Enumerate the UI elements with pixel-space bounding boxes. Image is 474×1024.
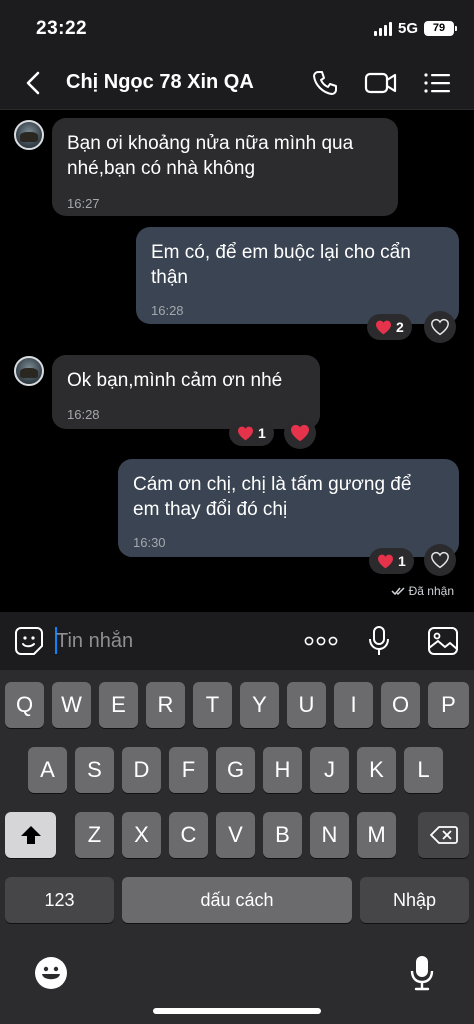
message-bubble-incoming[interactable]: Bạn ơi khoảng nửa nữa mình qua nhé,bạn c… bbox=[52, 118, 398, 216]
video-call-icon[interactable] bbox=[364, 71, 398, 95]
keyboard: Q W E R T Y U I O P A S D F G H J K L Z … bbox=[0, 670, 474, 1024]
delivery-status: Đã nhận bbox=[391, 584, 454, 598]
signal-icon bbox=[373, 21, 392, 36]
reaction-badge[interactable]: 2 bbox=[367, 314, 412, 340]
menu-icon[interactable] bbox=[423, 71, 451, 95]
shift-key[interactable] bbox=[5, 812, 56, 858]
key-q[interactable]: Q bbox=[5, 682, 44, 728]
message-bubble-outgoing[interactable]: Em có, để em buộc lại cho cẩn thận 16:28 bbox=[136, 227, 459, 324]
key-g[interactable]: G bbox=[216, 747, 255, 793]
backspace-key[interactable] bbox=[418, 812, 469, 858]
message-text-line: Em có, để em buộc lại cho cẩn bbox=[151, 242, 411, 263]
message-text-line: Cám ơn chị, chị là tấm gương để bbox=[133, 474, 412, 495]
battery-icon: 79 bbox=[424, 21, 457, 36]
message-text-line: nhé,bạn có nhà không bbox=[67, 158, 256, 179]
heart-icon bbox=[291, 424, 309, 442]
dictation-icon[interactable] bbox=[410, 955, 434, 991]
message-text-line: em thay đổi đó chị bbox=[133, 499, 288, 520]
status-indicators: 5G 79 bbox=[373, 20, 457, 37]
message-list[interactable]: Bạn ơi khoảng nửa nữa mình qua nhé,bạn c… bbox=[0, 110, 474, 612]
reaction-badge[interactable]: 1 bbox=[369, 548, 414, 574]
composer-bar bbox=[0, 612, 474, 670]
message-text-line: thận bbox=[151, 267, 188, 288]
home-indicator[interactable] bbox=[153, 1008, 321, 1014]
numbers-key[interactable]: 123 bbox=[5, 877, 114, 923]
key-n[interactable]: N bbox=[310, 812, 349, 858]
key-u[interactable]: U bbox=[287, 682, 326, 728]
key-v[interactable]: V bbox=[216, 812, 255, 858]
message-bubble-incoming[interactable]: Ok bạn,mình cảm ơn nhé 16:28 bbox=[52, 355, 320, 429]
key-e[interactable]: E bbox=[99, 682, 138, 728]
message-text-line: Ok bạn,mình cảm ơn nhé bbox=[67, 370, 283, 391]
message-time: 16:28 bbox=[67, 407, 100, 422]
key-a[interactable]: A bbox=[28, 747, 67, 793]
key-x[interactable]: X bbox=[122, 812, 161, 858]
chat-header: Chị Ngọc 78 Xin QA bbox=[0, 56, 474, 110]
reaction-count: 1 bbox=[398, 553, 406, 569]
key-i[interactable]: I bbox=[334, 682, 373, 728]
like-button[interactable] bbox=[424, 544, 456, 576]
message-time: 16:27 bbox=[67, 196, 100, 211]
key-o[interactable]: O bbox=[381, 682, 420, 728]
reaction-badge[interactable]: 1 bbox=[229, 420, 274, 446]
key-f[interactable]: F bbox=[169, 747, 208, 793]
heart-outline-icon bbox=[431, 318, 449, 336]
phone-icon[interactable] bbox=[312, 70, 338, 96]
key-s[interactable]: S bbox=[75, 747, 114, 793]
message-bubble-outgoing[interactable]: Cám ơn chị, chị là tấm gương để em thay … bbox=[118, 459, 459, 557]
avatar[interactable] bbox=[14, 356, 44, 386]
avatar[interactable] bbox=[14, 120, 44, 150]
key-r[interactable]: R bbox=[146, 682, 185, 728]
key-d[interactable]: D bbox=[122, 747, 161, 793]
delivery-label: Đã nhận bbox=[408, 584, 454, 598]
space-key[interactable]: dấu cách bbox=[122, 877, 352, 923]
chat-title[interactable]: Chị Ngọc 78 Xin QA bbox=[66, 71, 254, 94]
network-type: 5G bbox=[397, 20, 418, 37]
message-input[interactable] bbox=[56, 626, 286, 656]
emoji-icon[interactable] bbox=[34, 956, 68, 990]
like-button[interactable] bbox=[424, 311, 456, 343]
return-key[interactable]: Nhập bbox=[360, 877, 469, 923]
key-l[interactable]: L bbox=[404, 747, 443, 793]
status-time: 23:22 bbox=[36, 18, 88, 39]
heart-icon bbox=[378, 554, 393, 568]
key-z[interactable]: Z bbox=[75, 812, 114, 858]
key-c[interactable]: C bbox=[169, 812, 208, 858]
status-bar: 23:22 5G 79 bbox=[0, 0, 474, 56]
reaction-count: 1 bbox=[258, 425, 266, 441]
back-icon[interactable] bbox=[22, 70, 46, 96]
message-time: 16:30 bbox=[133, 535, 166, 550]
key-k[interactable]: K bbox=[357, 747, 396, 793]
key-h[interactable]: H bbox=[263, 747, 302, 793]
key-w[interactable]: W bbox=[52, 682, 91, 728]
heart-outline-icon bbox=[431, 551, 449, 569]
microphone-icon[interactable] bbox=[368, 625, 390, 657]
like-button-active[interactable] bbox=[284, 417, 316, 449]
image-icon[interactable] bbox=[427, 626, 459, 656]
message-time: 16:28 bbox=[151, 303, 184, 318]
backspace-icon bbox=[429, 826, 458, 844]
shift-icon bbox=[20, 826, 41, 844]
sticker-icon[interactable] bbox=[14, 626, 44, 656]
heart-icon bbox=[376, 320, 391, 334]
key-m[interactable]: M bbox=[357, 812, 396, 858]
key-b[interactable]: B bbox=[263, 812, 302, 858]
heart-icon bbox=[238, 426, 253, 440]
key-t[interactable]: T bbox=[193, 682, 232, 728]
key-j[interactable]: J bbox=[310, 747, 349, 793]
double-check-icon bbox=[391, 587, 405, 596]
key-p[interactable]: P bbox=[428, 682, 469, 728]
reaction-count: 2 bbox=[396, 319, 404, 335]
key-y[interactable]: Y bbox=[240, 682, 279, 728]
more-icon[interactable] bbox=[304, 634, 338, 648]
message-text-line: Bạn ơi khoảng nửa nữa mình qua bbox=[67, 133, 354, 154]
